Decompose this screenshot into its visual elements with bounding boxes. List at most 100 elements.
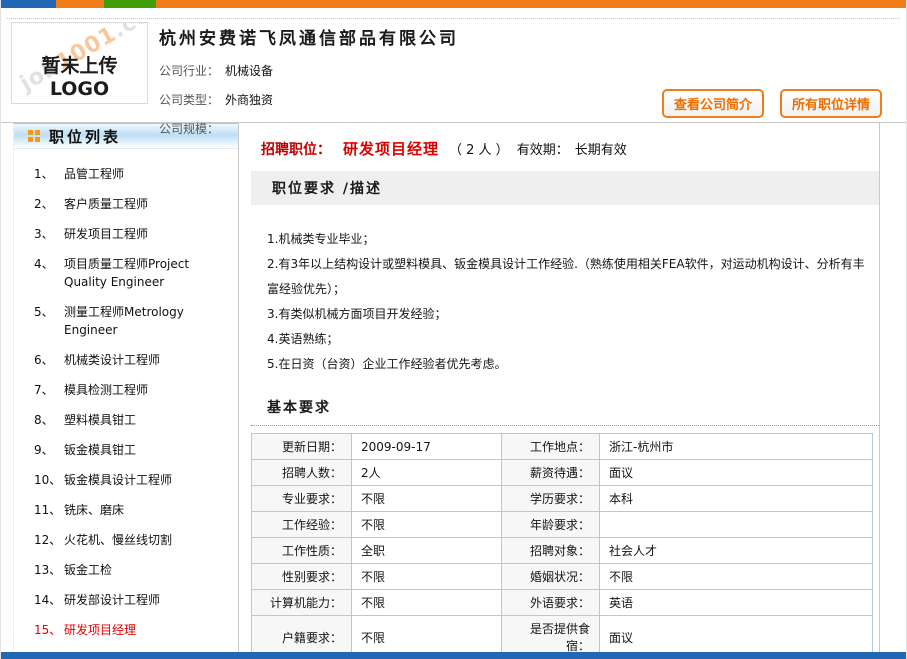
all-jobs-detail-button[interactable]: 所有职位详情 [780, 89, 882, 118]
row-label-1: 更新日期： [252, 434, 352, 460]
job-list-item-number: 7、 [34, 381, 64, 399]
row-label-1: 专业要求： [252, 486, 352, 512]
company-field-row: 公司行业：机械设备 [159, 56, 896, 85]
job-detail-page: job1001.com 暂未上传LOGO 杭州安费诺飞凤通信部品有限公司 公司行… [0, 0, 907, 659]
company-header-buttons: 查看公司简介 所有职位详情 [662, 89, 882, 118]
row-value-2: 面议 [600, 460, 873, 486]
table-row: 工作经验： 不限 年龄要求： [252, 512, 873, 538]
row-value-1: 不限 [352, 590, 502, 616]
job-list-item-label: 钣金模具设计工程师 [64, 471, 172, 489]
job-list-item[interactable]: 10、 钣金模具设计工程师 [14, 465, 238, 495]
job-list-item-number: 9、 [34, 441, 64, 459]
row-label-1: 招聘人数： [252, 460, 352, 486]
job-list-item[interactable]: 11、 铣床、磨床 [14, 495, 238, 525]
job-headcount: （ 2 人 ） [449, 143, 509, 158]
job-list-item-number: 14、 [34, 591, 64, 609]
job-description-line: 3.有类似机械方面项目开发经验； [267, 302, 867, 327]
row-value-2: 社会人才 [600, 538, 873, 564]
table-row: 工作性质： 全职 招聘对象： 社会人才 [252, 538, 873, 564]
row-label-1: 性别要求： [252, 564, 352, 590]
job-list-item[interactable]: 12、 火花机、慢丝线切割 [14, 525, 238, 555]
job-list-item-number: 4、 [34, 255, 64, 291]
job-list-item[interactable]: 14、 研发部设计工程师 [14, 585, 238, 615]
row-label-2: 年龄要求： [502, 512, 600, 538]
job-list-item-label: 钣金工检 [64, 561, 112, 579]
job-title-label: 招聘职位： [261, 142, 331, 158]
company-field-label: 公司类型： [159, 93, 219, 107]
job-list-item[interactable]: 2、 客户质量工程师 [14, 189, 238, 219]
company-name: 杭州安费诺飞凤通信部品有限公司 [159, 22, 896, 56]
job-list-item-label: 研发部设计工程师 [64, 591, 160, 609]
top-bar-segment-green [104, 0, 156, 8]
grid-icon [28, 127, 40, 146]
job-list-item-label: 铣床、磨床 [64, 501, 124, 519]
job-list-item-number: 15、 [34, 621, 64, 639]
job-list-item-number: 10、 [34, 471, 64, 489]
job-description-line: 5.在日资（台资）企业工作经验者优先考虑。 [267, 352, 867, 377]
job-list-item[interactable]: 3、 研发项目工程师 [14, 219, 238, 249]
validity-value: 长期有效 [575, 143, 627, 158]
job-list-item[interactable]: 9、 钣金模具钳工 [14, 435, 238, 465]
job-list-item-label: 客户质量工程师 [64, 195, 148, 213]
job-list-item-label: 项目质量工程师Project Quality Engineer [64, 255, 234, 291]
row-value-2: 英语 [600, 590, 873, 616]
job-detail-panel: 招聘职位：研发项目经理（ 2 人 ）有效期：长期有效 职位要求 /描述 1.机械… [239, 123, 880, 659]
job-list-item[interactable]: 6、 机械类设计工程师 [14, 345, 238, 375]
top-bar-segment-orange-long [156, 0, 906, 8]
validity-label: 有效期： [517, 143, 569, 158]
job-list-item[interactable]: 8、 塑料模具钳工 [14, 405, 238, 435]
content-area: 职位列表 1、 品管工程师 2、 客户质量工程师 3、 [1, 122, 906, 659]
job-list-item-number: 13、 [34, 561, 64, 579]
top-bar-segment-blue [1, 0, 56, 8]
row-value-1: 2009-09-17 [352, 434, 502, 460]
job-list: 1、 品管工程师 2、 客户质量工程师 3、 研发项目工程师 4、 [14, 149, 238, 645]
job-list-item-number: 12、 [34, 531, 64, 549]
row-value-1: 2人 [352, 460, 502, 486]
job-list-item[interactable]: 13、 钣金工检 [14, 555, 238, 585]
job-list-item-number: 3、 [34, 225, 64, 243]
job-list-item-label: 研发项目工程师 [64, 225, 148, 243]
table-row: 招聘人数： 2人 薪资待遇： 面议 [252, 460, 873, 486]
no-logo-label: 暂未上传LOGO [12, 51, 147, 100]
row-value-2 [600, 512, 873, 538]
row-label-2: 学历要求： [502, 486, 600, 512]
top-color-bar [1, 0, 906, 8]
job-list-item-label: 钣金模具钳工 [64, 441, 136, 459]
job-list-item[interactable]: 7、 模具检测工程师 [14, 375, 238, 405]
company-field-value: 外商独资 [225, 93, 273, 107]
job-list-item-label: 塑料模具钳工 [64, 411, 136, 429]
row-value-2: 浙江-杭州市 [600, 434, 873, 460]
top-bar-segment-orange [56, 0, 104, 8]
row-value-1: 不限 [352, 486, 502, 512]
job-list-item[interactable]: 4、 项目质量工程师Project Quality Engineer [14, 249, 238, 297]
row-value-2: 不限 [600, 564, 873, 590]
company-field-value: 机械设备 [225, 64, 273, 78]
job-description-line: 4.英语熟练； [267, 327, 867, 352]
table-row: 专业要求： 不限 学历要求： 本科 [252, 486, 873, 512]
table-row: 性别要求： 不限 婚姻状况： 不限 [252, 564, 873, 590]
job-list-item[interactable]: 15、 研发项目经理 [14, 615, 238, 645]
job-list-item-label: 火花机、慢丝线切割 [64, 531, 172, 549]
row-label-2: 婚姻状况： [502, 564, 600, 590]
basic-requirements-header: 基本要求 [251, 397, 879, 426]
job-list-item-number: 11、 [34, 501, 64, 519]
job-list-item-label: 机械类设计工程师 [64, 351, 160, 369]
basic-requirements-table: 更新日期： 2009-09-17 工作地点： 浙江-杭州市 招聘人数： 2人 薪… [251, 433, 873, 659]
job-description-line: 1.机械类专业毕业； [267, 227, 867, 252]
job-list-item-label: 品管工程师 [64, 165, 124, 183]
company-logo-placeholder: job1001.com 暂未上传LOGO [11, 22, 148, 104]
job-list-item-label: 测量工程师Metrology Engineer [64, 303, 234, 339]
bottom-color-bar [1, 652, 906, 659]
job-list-item-label: 研发项目经理 [64, 621, 136, 639]
row-label-1: 计算机能力： [252, 590, 352, 616]
row-label-1: 工作性质： [252, 538, 352, 564]
row-value-1: 不限 [352, 512, 502, 538]
job-list-item[interactable]: 1、 品管工程师 [14, 159, 238, 189]
job-list-item-number: 8、 [34, 411, 64, 429]
job-list-item[interactable]: 5、 测量工程师Metrology Engineer [14, 297, 238, 345]
view-company-profile-button[interactable]: 查看公司简介 [662, 89, 764, 118]
row-label-2: 薪资待遇： [502, 460, 600, 486]
job-description: 1.机械类专业毕业； 2.有3年以上结构设计或塑料模具、钣金模具设计工作经验.（… [251, 205, 879, 383]
company-field-row: 公司规模： [159, 114, 896, 143]
row-value-1: 全职 [352, 538, 502, 564]
